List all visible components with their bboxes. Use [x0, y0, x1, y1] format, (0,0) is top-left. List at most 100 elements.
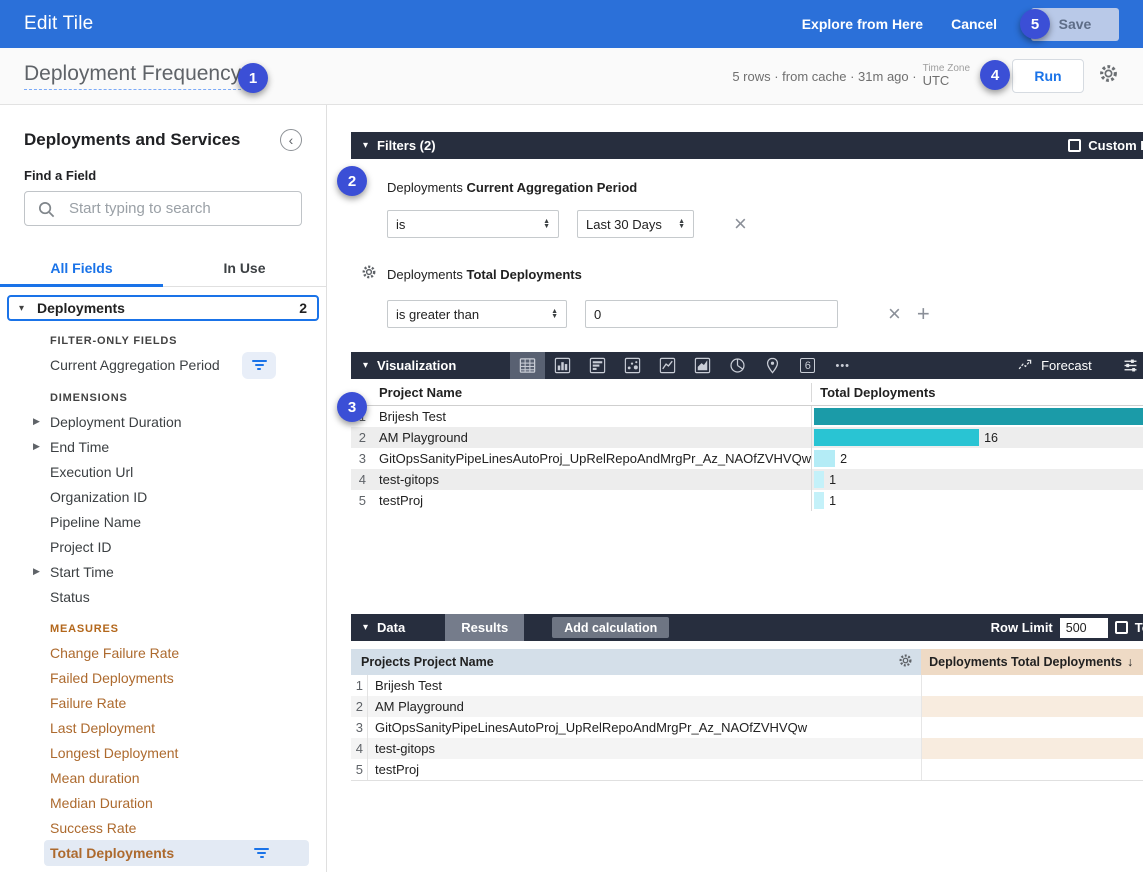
data-col-project-name[interactable]: Projects Project Name: [351, 649, 921, 675]
custom-filter-checkbox[interactable]: [1068, 139, 1081, 152]
viz-type-area-chart-icon[interactable]: [685, 352, 720, 379]
filter-operator-select[interactable]: is greater than ▲▼: [387, 300, 567, 328]
viz-type-map-icon[interactable]: [755, 352, 790, 379]
edit-visualization-button[interactable]: Edit: [1122, 357, 1143, 374]
data-table-row[interactable]: 3 GitOpsSanityPipeLinesAutoProj_UpRelRep…: [351, 717, 1143, 738]
viz-table-row[interactable]: 5 testProj 1: [351, 490, 1143, 511]
caret-down-icon: ▾: [363, 360, 368, 371]
viz-table-row[interactable]: 1 Brijesh Test 32: [351, 406, 1143, 427]
viz-col-project-name[interactable]: Project Name: [371, 385, 811, 400]
add-filter-icon[interactable]: +: [917, 303, 930, 325]
dimension-start-time[interactable]: ▶Start Time: [50, 559, 302, 584]
viz-table-row[interactable]: 2 AM Playground 16: [351, 427, 1143, 448]
annotation-badge-2: 2: [337, 166, 367, 196]
filter-icon[interactable]: [254, 848, 269, 858]
data-table-row[interactable]: 1 Brijesh Test 32: [351, 675, 1143, 696]
caret-down-icon: ▾: [363, 140, 368, 151]
caret-down-icon: ▾: [363, 622, 368, 633]
visualization-section-title: Visualization: [377, 358, 456, 373]
measure-failure-rate[interactable]: Failure Rate: [50, 690, 302, 715]
search-icon: [37, 200, 56, 219]
viz-bar: [814, 450, 835, 467]
deployments-group-row[interactable]: ▾ Deployments 2: [7, 295, 319, 321]
select-arrows-icon: ▲▼: [533, 219, 550, 229]
results-tab[interactable]: Results: [445, 614, 524, 641]
dimension-project-id[interactable]: Project ID: [50, 534, 302, 559]
annotation-badge-4: 4: [980, 60, 1010, 90]
data-section-bar[interactable]: ▾ Data Results Add calculation Row Limit…: [351, 614, 1143, 641]
run-button[interactable]: Run: [1012, 59, 1084, 93]
field-current-aggregation-period[interactable]: Current Aggregation Period: [50, 352, 302, 378]
measure-success-rate[interactable]: Success Rate: [50, 815, 302, 840]
viz-bar: [814, 408, 1143, 425]
data-table-row[interactable]: 4 test-gitops 1: [351, 738, 1143, 759]
viz-col-total-deployments[interactable]: Total Deployments: [820, 385, 935, 400]
page-title[interactable]: Deployment Frequency: [24, 62, 241, 90]
dimension-status[interactable]: Status: [50, 584, 302, 609]
viz-type-line-chart-icon[interactable]: [650, 352, 685, 379]
group-field-count: 2: [299, 300, 307, 316]
viz-type-column-chart-icon[interactable]: [545, 352, 580, 379]
tab-in-use[interactable]: In Use: [163, 250, 326, 286]
filter-field-label: Deployments Total Deployments: [387, 267, 582, 282]
dimensions-caption: DIMENSIONS: [50, 392, 302, 404]
measure-mean-duration[interactable]: Mean duration: [50, 765, 302, 790]
field-picker-sidebar: Deployments and Services ‹ Find a Field …: [0, 105, 327, 872]
title-bar: Deployment Frequency 5 rows · from cache…: [0, 48, 1143, 105]
dimension-deployment-duration[interactable]: ▶Deployment Duration: [50, 409, 302, 434]
explore-main-panel: ▾ Filters (2) Custom Filter Deployments …: [327, 105, 1143, 872]
filter-operator-select[interactable]: is ▲▼: [387, 210, 559, 238]
row-limit-input[interactable]: [1060, 618, 1108, 638]
filters-section-bar[interactable]: ▾ Filters (2) Custom Filter: [351, 132, 1143, 159]
measure-change-failure-rate[interactable]: Change Failure Rate: [50, 640, 302, 665]
viz-type-scatter-icon[interactable]: [615, 352, 650, 379]
timezone-block: Time Zone UTC: [923, 63, 970, 88]
filter-value-select[interactable]: Last 30 Days ▲▼: [577, 210, 694, 238]
dimension-end-time[interactable]: ▶End Time: [50, 434, 302, 459]
visualization-section-bar[interactable]: ▾ Visualization: [351, 352, 1143, 379]
measure-total-deployments[interactable]: Total Deployments: [44, 840, 309, 866]
forecast-icon: [1017, 357, 1034, 374]
explore-from-here-button[interactable]: Explore from Here: [802, 16, 923, 32]
data-table-row[interactable]: 2 AM Playground 16: [351, 696, 1143, 717]
viz-bar: [814, 492, 824, 509]
viz-type-more-icon[interactable]: •••: [825, 352, 860, 379]
filter-gear-icon[interactable]: [361, 264, 377, 285]
viz-type-picker: 6 •••: [510, 352, 860, 379]
dimension-organization-id[interactable]: Organization ID: [50, 484, 302, 509]
column-gear-icon[interactable]: [898, 653, 913, 671]
measure-longest-deployment[interactable]: Longest Deployment: [50, 740, 302, 765]
cancel-button[interactable]: Cancel: [951, 16, 997, 32]
filter-active-chip[interactable]: [242, 352, 276, 379]
data-col-total-deployments[interactable]: Deployments Total Deployments ↓: [921, 649, 1143, 675]
viz-type-table-icon[interactable]: [510, 352, 545, 379]
measure-median-duration[interactable]: Median Duration: [50, 790, 302, 815]
data-table-header: Projects Project Name Deployments Total …: [351, 649, 1143, 675]
dimension-pipeline-name[interactable]: Pipeline Name: [50, 509, 302, 534]
sidebar-tabs: All Fields In Use: [0, 250, 326, 287]
data-table-row[interactable]: 5 testProj 1: [351, 759, 1143, 780]
field-search-input[interactable]: [24, 191, 302, 226]
find-field-label: Find a Field: [24, 168, 302, 183]
tab-all-fields[interactable]: All Fields: [0, 250, 163, 286]
dimension-execution-url[interactable]: Execution Url: [50, 459, 302, 484]
viz-type-pie-chart-icon[interactable]: [720, 352, 755, 379]
results-data-table: Projects Project Name Deployments Total …: [351, 649, 1143, 781]
add-calculation-button[interactable]: Add calculation: [552, 617, 669, 638]
viz-type-single-value-icon[interactable]: 6: [790, 352, 825, 379]
totals-label: Totals: [1135, 620, 1143, 635]
viz-table-row[interactable]: 4 test-gitops 1: [351, 469, 1143, 490]
forecast-button[interactable]: Forecast: [1017, 357, 1092, 374]
measure-last-deployment[interactable]: Last Deployment: [50, 715, 302, 740]
measure-failed-deployments[interactable]: Failed Deployments: [50, 665, 302, 690]
filter-value-input[interactable]: [585, 300, 838, 328]
query-settings-gear-icon[interactable]: [1098, 63, 1119, 89]
remove-filter-icon[interactable]: ×: [734, 213, 747, 235]
collapse-sidebar-button[interactable]: ‹: [280, 129, 302, 151]
sidebar-title: Deployments and Services: [24, 130, 240, 150]
remove-filter-icon[interactable]: ×: [888, 303, 901, 325]
viz-type-bar-chart-icon[interactable]: [580, 352, 615, 379]
annotation-badge-1: 1: [238, 63, 268, 93]
totals-checkbox[interactable]: [1115, 621, 1128, 634]
viz-table-row[interactable]: 3 GitOpsSanityPipeLinesAutoProj_UpRelRep…: [351, 448, 1143, 469]
